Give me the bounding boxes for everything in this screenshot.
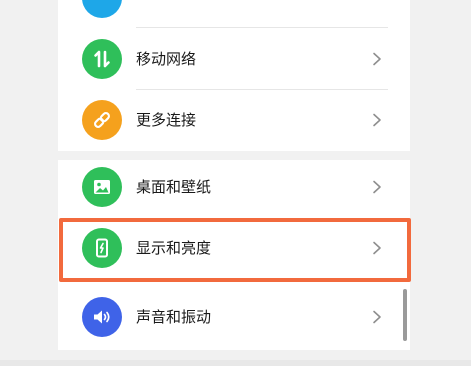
settings-item-label: 移动网络 <box>136 50 197 68</box>
display-brightness-icon <box>82 228 122 268</box>
settings-item-label: 声音和振动 <box>136 308 212 326</box>
scrollbar[interactable] <box>403 289 407 341</box>
settings-item-display-brightness[interactable]: 显示和亮度 <box>58 217 410 279</box>
sound-icon <box>82 297 122 337</box>
chevron-right-icon <box>373 52 381 66</box>
chevron-right-icon <box>373 180 381 194</box>
link-icon <box>82 100 122 140</box>
mobile-data-icon <box>82 39 122 79</box>
chevron-right-icon <box>373 113 381 127</box>
settings-screen: 移动网络 更多连接 桌面和壁纸 显示和亮度 声音和振动 <box>0 0 471 366</box>
settings-item-sound-vibration[interactable]: 声音和振动 <box>58 286 410 348</box>
chevron-right-icon <box>373 310 381 324</box>
settings-item-more-connections[interactable]: 更多连接 <box>58 89 410 151</box>
settings-item-desktop-wallpaper[interactable]: 桌面和壁纸 <box>58 156 410 218</box>
wallpaper-icon <box>82 167 122 207</box>
settings-item-label: 显示和亮度 <box>136 239 212 257</box>
bottom-edge <box>0 360 471 366</box>
chevron-right-icon <box>373 241 381 255</box>
settings-item-label: 桌面和壁纸 <box>136 178 212 196</box>
settings-item-label: 更多连接 <box>136 111 197 129</box>
settings-item-mobile-network[interactable]: 移动网络 <box>58 28 410 90</box>
